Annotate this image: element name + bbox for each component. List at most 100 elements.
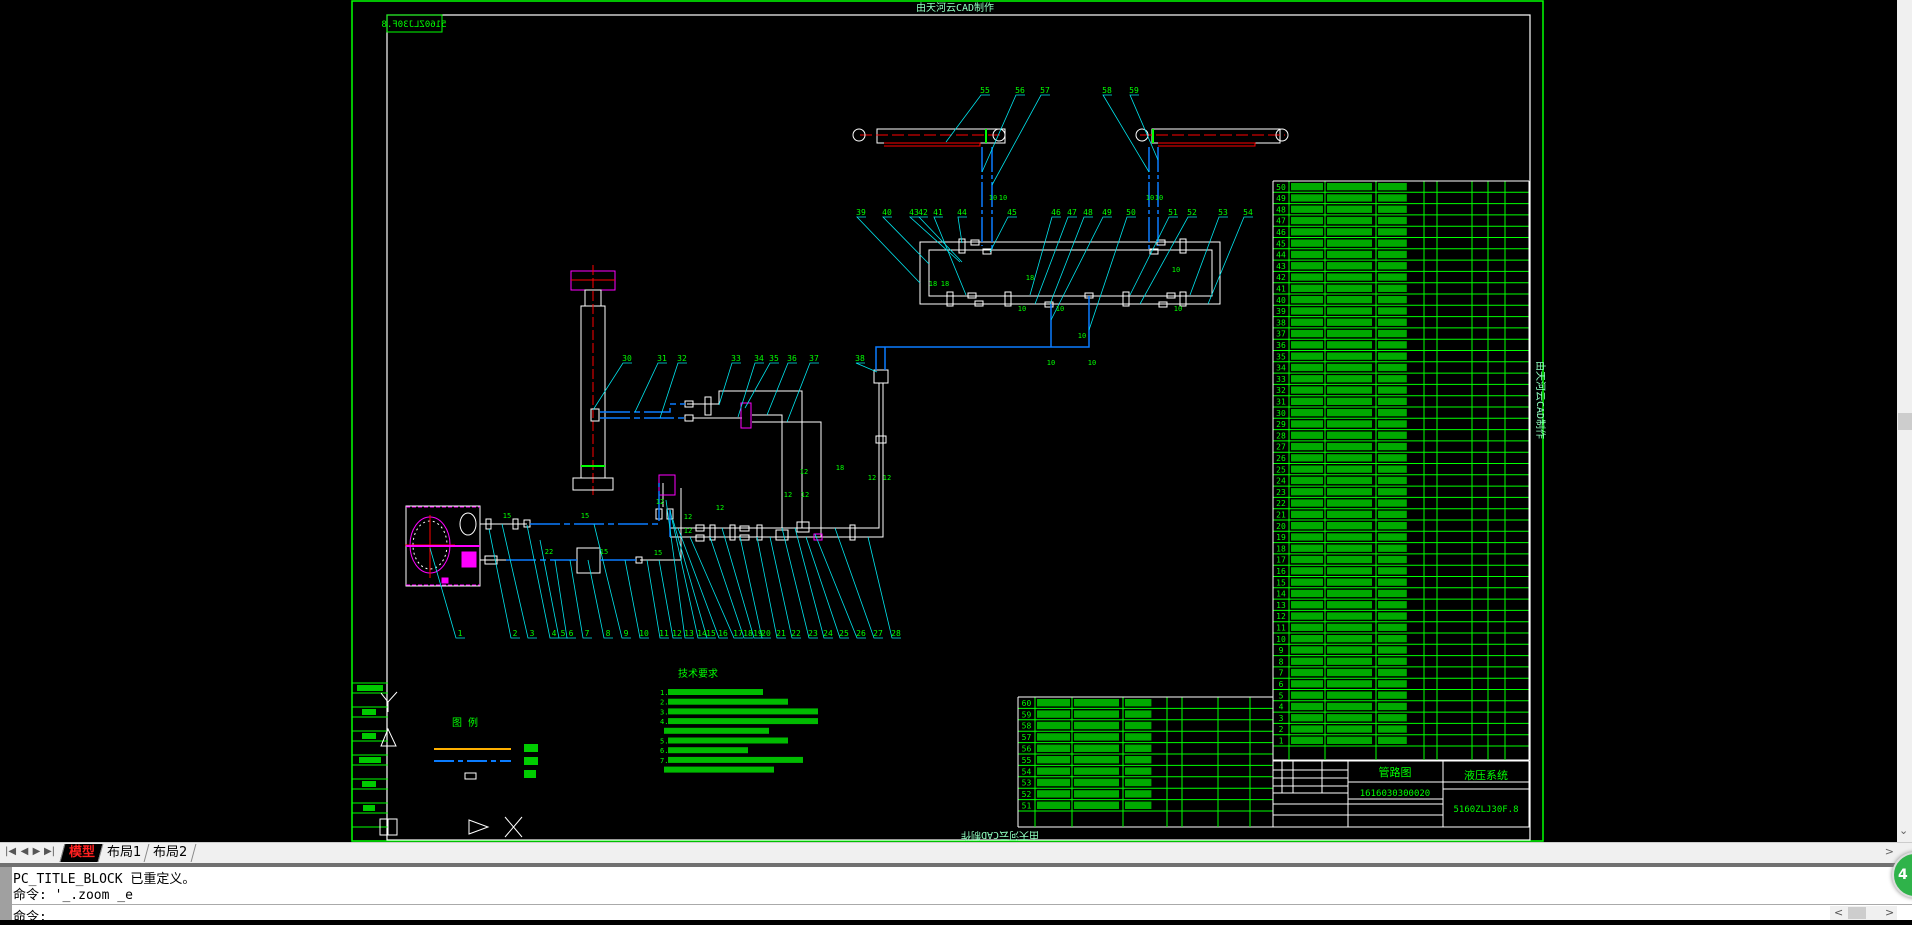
command-window-grip[interactable]	[0, 867, 12, 920]
parts-list-row: 30	[1273, 406, 1529, 418]
drawing-number: 5160ZLJ30F.8	[1453, 805, 1518, 815]
pipe-size-label: 12	[684, 527, 692, 535]
control-valve	[658, 474, 676, 496]
leader-line	[908, 216, 961, 263]
row-number: 51	[1022, 802, 1032, 811]
parts-list-row: 31	[1273, 395, 1529, 407]
balloon-label: 24	[823, 629, 833, 638]
row-number: 19	[1276, 533, 1286, 542]
row-number: 11	[1276, 624, 1286, 633]
system-name: 液压系统	[1464, 768, 1508, 782]
balloon-label: 40	[882, 208, 892, 217]
tab-layout2-label: 布局2	[153, 845, 188, 860]
tech-requirement-text-mark	[664, 727, 769, 734]
row-number: 4	[1279, 703, 1284, 712]
balloon-label: 11	[659, 629, 669, 638]
parts-list-row: 47	[1273, 214, 1529, 226]
command-window-splitter[interactable]	[0, 863, 1912, 867]
tab-layout1[interactable]: 布局1	[97, 844, 151, 862]
tech-requirement-number: 5.	[660, 738, 668, 746]
row-number: 9	[1279, 646, 1284, 655]
row-number: 49	[1276, 194, 1286, 203]
pipe-size-label: 12	[801, 491, 809, 499]
balloon-label: 35	[769, 354, 779, 363]
tech-requirement-number: 1.	[660, 689, 668, 697]
row-number: 26	[1276, 454, 1286, 463]
command-window[interactable]: PC_TITLE_BLOCK 已重定义。 命令: '_.zoom _e 命令:	[0, 863, 1912, 925]
first-tab-icon[interactable]: |◀	[4, 845, 17, 859]
tech-requirements-lines: 1. 2.3. 4. 5.6. 7.	[660, 689, 818, 773]
parts-list-row: 18	[1273, 542, 1529, 553]
balloon-label: 48	[1083, 208, 1093, 217]
balloon-label: 8	[606, 629, 611, 638]
parts-list-row: 60	[1018, 696, 1273, 708]
balloon-label: 12	[672, 629, 682, 638]
watermark-top: 由天河云CAD制作	[916, 1, 994, 14]
row-number: 33	[1276, 375, 1286, 384]
pipe-size-label: 10	[1146, 194, 1154, 202]
pipe-size-label: 10	[1155, 194, 1163, 202]
balloon-label: 16	[718, 629, 728, 638]
parts-list-row: 19	[1273, 530, 1529, 542]
balloon-label: 45	[1007, 208, 1017, 217]
parts-list-row: 56	[1018, 742, 1273, 754]
leader-line	[1029, 216, 1061, 296]
scroll-left-icon[interactable]: <	[1834, 906, 1843, 919]
balloon-label: 3	[530, 629, 535, 638]
parts-list-row: 27	[1273, 440, 1529, 452]
balloon-label: 22	[791, 629, 801, 638]
row-number: 50	[1276, 183, 1286, 192]
next-tab-icon[interactable]: ▶	[30, 845, 43, 859]
parts-list-row: 29	[1273, 417, 1529, 429]
parts-list-row: 5	[1273, 689, 1529, 700]
vertical-scroll-thumb[interactable]	[1898, 413, 1912, 430]
row-number: 29	[1276, 420, 1286, 429]
drawing-name: 管路图	[1379, 765, 1412, 779]
balloon-label: 13	[684, 629, 694, 638]
parts-list-row: 33	[1273, 372, 1529, 384]
command-scroll-thumb[interactable]	[1848, 907, 1866, 919]
leader-line	[659, 362, 687, 419]
parts-list-row: 52	[1018, 787, 1273, 799]
command-prompt-input[interactable]: 命令:	[13, 906, 47, 925]
vertical-scrollbar[interactable]: ⌄	[1897, 0, 1912, 842]
cad-model-space[interactable]: 由天河云CAD制作 5160ZLJ30F.8 由天河云CAD制作 由天河云CAD…	[0, 0, 1897, 842]
last-tab-icon[interactable]: ▶|	[43, 845, 56, 859]
command-horizontal-scrollbar[interactable]: < >	[1830, 906, 1897, 920]
row-number: 58	[1022, 722, 1032, 731]
leader-line	[855, 362, 878, 373]
row-number: 5	[1279, 691, 1284, 700]
tab-layout2[interactable]: 布局2	[143, 844, 197, 862]
pipe-size-label: 12	[656, 498, 664, 506]
tech-requirement-text-mark	[668, 756, 803, 763]
tech-requirement-text-mark	[668, 698, 788, 705]
balloon-label: 47	[1067, 208, 1077, 217]
row-number: 35	[1276, 352, 1286, 361]
balloon-label: 32	[677, 354, 687, 363]
row-number: 32	[1276, 386, 1286, 395]
scroll-right-icon[interactable]: >	[1885, 906, 1894, 919]
row-number: 46	[1276, 228, 1286, 237]
balloon-label: 4	[552, 629, 557, 638]
pipe-size-label: 10	[1047, 359, 1055, 367]
parts-list-row: 1	[1273, 734, 1529, 746]
leader-line	[882, 216, 930, 265]
parts-list-row: 28	[1273, 429, 1529, 440]
row-number: 53	[1022, 779, 1032, 788]
scroll-down-icon[interactable]: ⌄	[1899, 824, 1908, 837]
balloon-label: 23	[808, 629, 818, 638]
tab-layout1-label: 布局1	[107, 845, 142, 860]
left-strip-text-marks	[357, 685, 383, 811]
balloon-label: 17	[733, 629, 743, 638]
balloon-label: 20	[761, 629, 771, 638]
tech-requirement-number: 6.	[660, 747, 668, 755]
parts-list-row: 58	[1018, 719, 1273, 731]
drawing-svg: 由天河云CAD制作 5160ZLJ30F.8 由天河云CAD制作 由天河云CAD…	[351, 0, 1547, 842]
leader-line	[677, 527, 728, 639]
row-number: 34	[1276, 364, 1286, 373]
scroll-right-icon[interactable]: >	[1885, 845, 1894, 858]
tech-requirement-text-mark	[668, 708, 818, 715]
leader-line	[981, 94, 1025, 173]
parts-list-row: 16	[1273, 564, 1529, 576]
balloon-label: 42	[918, 208, 928, 217]
